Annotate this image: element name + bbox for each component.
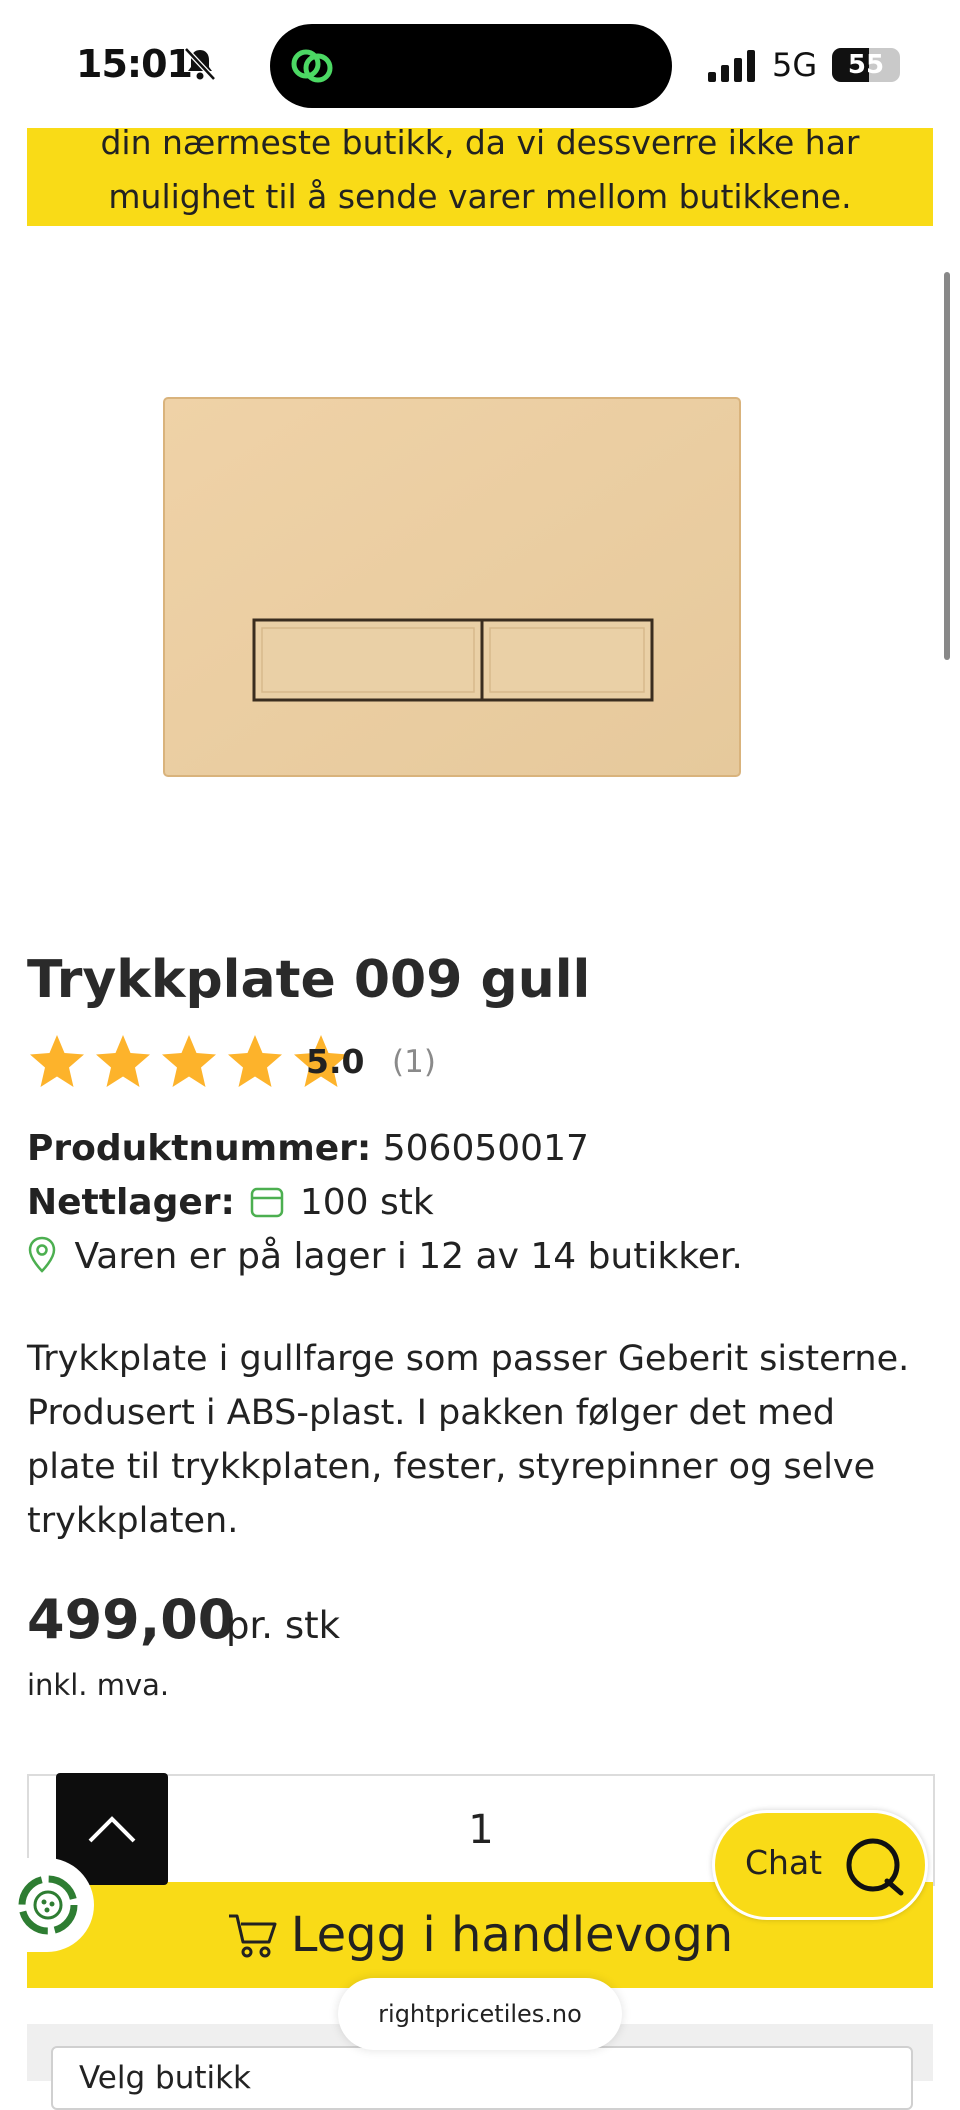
product-image[interactable] bbox=[150, 380, 750, 800]
price: 499,00 bbox=[27, 1588, 236, 1651]
product-number-row: Produktnummer: 506050017 bbox=[27, 1128, 589, 1169]
product-number-label: Produktnummer: bbox=[27, 1128, 372, 1169]
app-logo-icon bbox=[291, 49, 333, 83]
recycle-icon bbox=[18, 1875, 78, 1935]
battery-icon: 55 bbox=[832, 48, 900, 82]
product-description: Trykkplate i gullfarge som passer Geberi… bbox=[27, 1339, 910, 1541]
cart-icon bbox=[228, 1914, 277, 1958]
add-to-cart-label: Legg i handlevogn bbox=[290, 1907, 734, 1963]
stock-value: 100 stk bbox=[299, 1182, 434, 1223]
product-title: Trykkplate 009 gull bbox=[27, 950, 591, 1010]
store-availability-row[interactable]: Varen er på lager i 12 av 14 butikker. bbox=[27, 1236, 743, 1277]
chat-bubble-icon bbox=[846, 1838, 904, 1896]
store-select[interactable]: Velg butikk bbox=[51, 2046, 913, 2110]
clock: 15:01 bbox=[76, 42, 193, 86]
notice-banner: din nærmeste butikk, da vi dessverre ikk… bbox=[27, 123, 933, 226]
chat-button[interactable]: Chat bbox=[712, 1810, 928, 1920]
price-unit: pr. stk bbox=[226, 1604, 341, 1647]
product-number-value: 506050017 bbox=[382, 1128, 589, 1169]
notice-text: din nærmeste butikk, da vi dessverre ikk… bbox=[27, 116, 933, 224]
notice-line-1: din nærmeste butikk, da vi dessverre ikk… bbox=[100, 123, 860, 162]
stock-row: Nettlager: 100 stk bbox=[27, 1182, 434, 1223]
vat-note: inkl. mva. bbox=[27, 1668, 170, 1702]
location-pin-icon bbox=[28, 1236, 56, 1273]
status-bar: 15:01 5G 55 bbox=[0, 0, 960, 128]
url-text: rightpricetiles.no bbox=[378, 2000, 582, 2028]
network-type: 5G bbox=[772, 46, 818, 84]
store-select-text: Velg butikk bbox=[79, 2060, 252, 2096]
star-icon bbox=[162, 1035, 216, 1087]
star-icon bbox=[30, 1035, 84, 1087]
chevron-up-icon bbox=[88, 1816, 136, 1843]
battery-percent: 55 bbox=[847, 50, 885, 80]
star-icon bbox=[228, 1035, 282, 1087]
page-scrollbar[interactable] bbox=[944, 272, 950, 660]
eco-badge[interactable] bbox=[0, 1858, 94, 1952]
store-availability-text: Varen er på lager i 12 av 14 butikker. bbox=[74, 1236, 743, 1277]
browser-address-bar[interactable]: rightpricetiles.no bbox=[338, 1978, 622, 2050]
chat-label: Chat bbox=[745, 1843, 823, 1882]
rating-score: 5.0 bbox=[306, 1042, 365, 1081]
dynamic-island bbox=[270, 24, 672, 108]
review-count[interactable]: (1) bbox=[392, 1044, 436, 1080]
bell-slash-icon bbox=[184, 47, 216, 81]
stock-label: Nettlager: bbox=[27, 1182, 235, 1223]
signal-icon bbox=[708, 50, 755, 82]
star-icon bbox=[96, 1035, 150, 1087]
notice-line-2: mulighet til å sende varer mellom butikk… bbox=[108, 177, 852, 216]
box-icon bbox=[251, 1187, 284, 1218]
